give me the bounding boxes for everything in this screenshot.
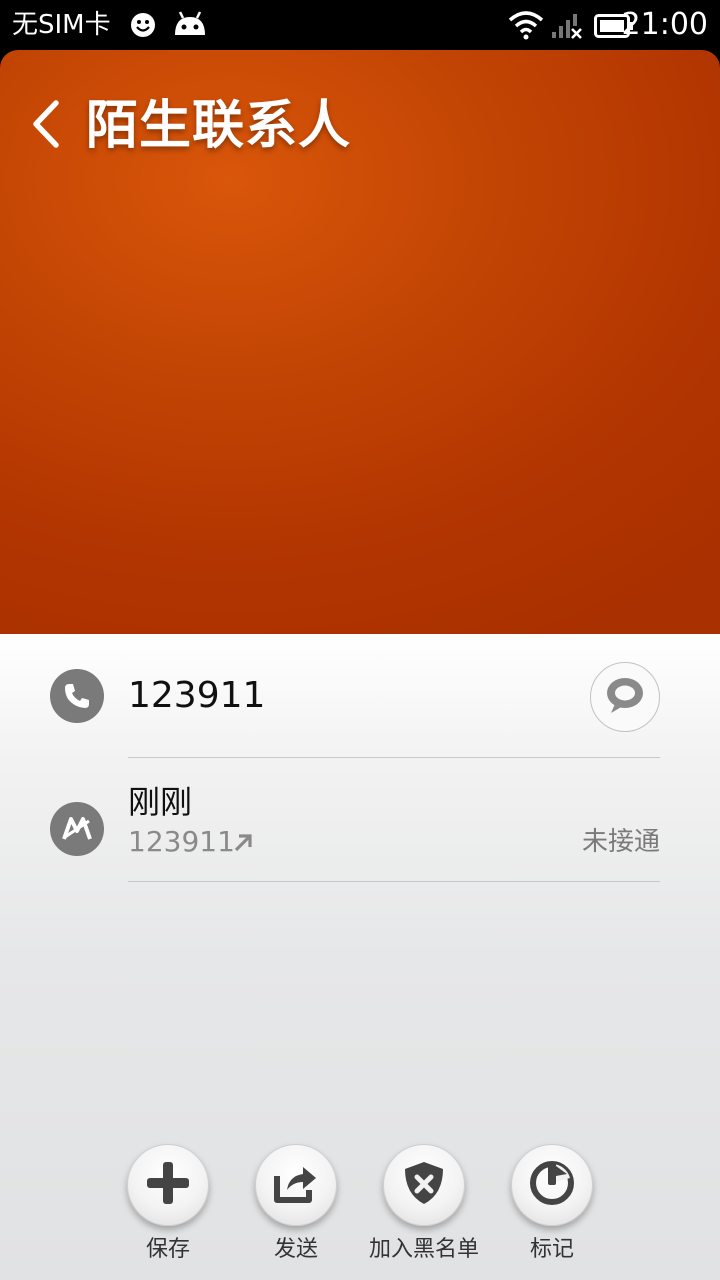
outgoing-arrow-icon [232, 832, 254, 858]
signal-no-sim-icon [550, 12, 584, 44]
save-button[interactable] [127, 1144, 209, 1226]
mark-action[interactable]: 标记 [492, 1144, 612, 1264]
carrier-text: 无SIM卡 [12, 10, 111, 40]
phone-icon [50, 669, 104, 723]
call-log-item[interactable] [0, 758, 720, 882]
mark-label: 标记 [529, 1237, 574, 1262]
call-number: 123911 [128, 825, 235, 858]
blacklist-action[interactable]: 加入黑名单 [364, 1144, 484, 1264]
chat-bubble-icon [605, 676, 645, 718]
blacklist-label: 加入黑名单 [368, 1237, 479, 1262]
call-status: 未接通 [581, 827, 660, 857]
contact-header: 陌生联系人 [0, 50, 720, 634]
save-label: 保存 [145, 1237, 190, 1262]
shield-x-icon [403, 1160, 445, 1210]
chevron-left-icon [28, 99, 64, 153]
mark-icon [529, 1160, 575, 1210]
call-time: 刚刚 [128, 783, 193, 821]
send-action[interactable]: 发送 [236, 1144, 356, 1264]
action-bar: 保存 发送 加入黑名单 标记 [0, 1130, 720, 1280]
save-action[interactable]: 保存 [108, 1144, 228, 1264]
blacklist-button[interactable] [383, 1144, 465, 1226]
divider [128, 881, 660, 882]
send-button[interactable] [255, 1144, 337, 1226]
phone-number: 123911 [128, 675, 266, 716]
clock: 21:00 [621, 7, 708, 42]
message-button[interactable] [590, 662, 660, 732]
page-title: 陌生联系人 [86, 96, 352, 156]
phone-row[interactable]: 123911 [0, 634, 720, 758]
status-bar: 无SIM卡 21:00 [0, 0, 720, 50]
wifi-icon [508, 10, 544, 44]
missed-call-icon [50, 802, 104, 856]
mark-button[interactable] [511, 1144, 593, 1226]
back-button[interactable] [18, 94, 74, 158]
send-label: 发送 [273, 1237, 318, 1262]
android-icon [172, 9, 208, 45]
plus-icon [145, 1160, 191, 1210]
share-icon [273, 1162, 319, 1208]
smiley-icon [130, 9, 156, 45]
